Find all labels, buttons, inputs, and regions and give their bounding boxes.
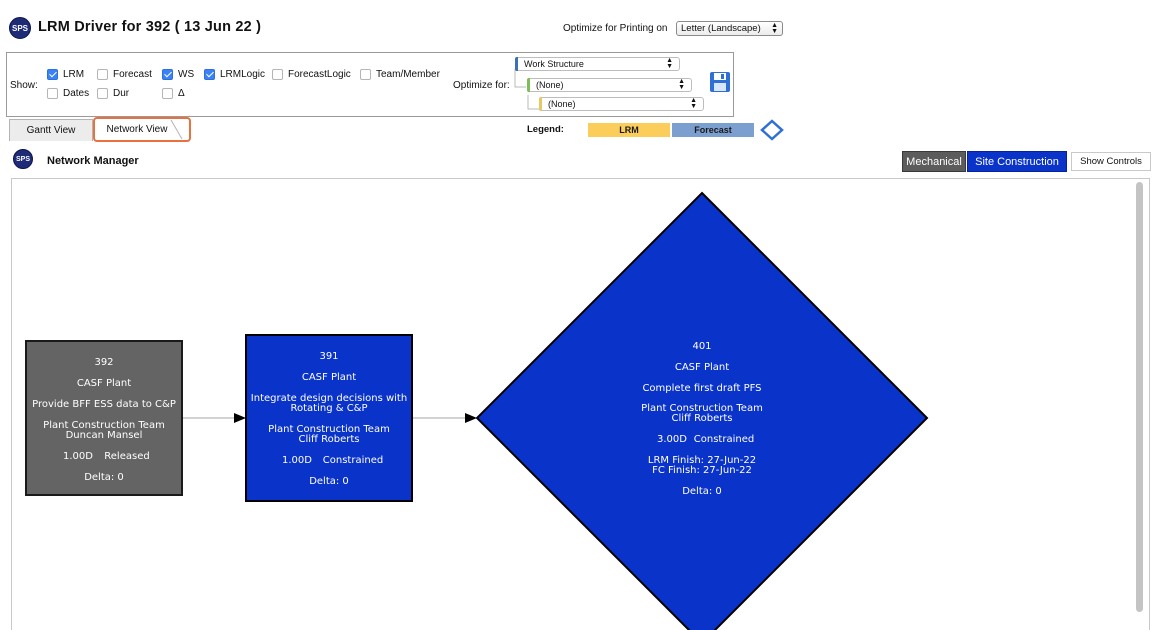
node-391-id: 391 (319, 351, 338, 362)
node-401-status: Constrained (694, 434, 754, 445)
node-401-duration: 3.00D (657, 434, 687, 445)
node-401-delta: Delta: 0 (682, 486, 722, 497)
node-392-id: 392 (94, 357, 113, 368)
node-401[interactable]: 401 CASF Plant Complete first draft PFS … (475, 191, 929, 630)
node-392-area: CASF Plant (77, 378, 131, 389)
node-391-duration: 1.00D (282, 455, 312, 466)
arrowhead-icon (234, 413, 246, 423)
node-391-person: Cliff Roberts (299, 434, 360, 445)
node-391-status: Constrained (323, 455, 383, 466)
node-391[interactable]: 391 CASF Plant Integrate design decision… (245, 334, 413, 502)
node-391-desc-line2: Rotating & C&P (290, 403, 367, 414)
node-392-status: Released (104, 451, 149, 462)
node-401-person: Cliff Roberts (672, 413, 733, 424)
node-401-area: CASF Plant (675, 362, 729, 373)
node-391-area: CASF Plant (302, 372, 356, 383)
node-401-id: 401 (692, 341, 711, 352)
node-392-person: Duncan Mansel (66, 430, 143, 441)
arrowhead-icon (465, 413, 477, 423)
network-diagram: 392 CASF Plant Provide BFF ESS data to C… (25, 191, 929, 630)
node-392-desc: Provide BFF ESS data to C&P (32, 399, 176, 410)
node-401-fc-finish: FC Finish: 27-Jun-22 (652, 465, 752, 476)
node-392[interactable]: 392 CASF Plant Provide BFF ESS data to C… (25, 340, 183, 496)
node-391-delta: Delta: 0 (309, 476, 349, 487)
node-392-duration: 1.00D (63, 451, 93, 462)
node-392-delta: Delta: 0 (84, 472, 124, 483)
node-401-desc: Complete first draft PFS (642, 383, 761, 394)
